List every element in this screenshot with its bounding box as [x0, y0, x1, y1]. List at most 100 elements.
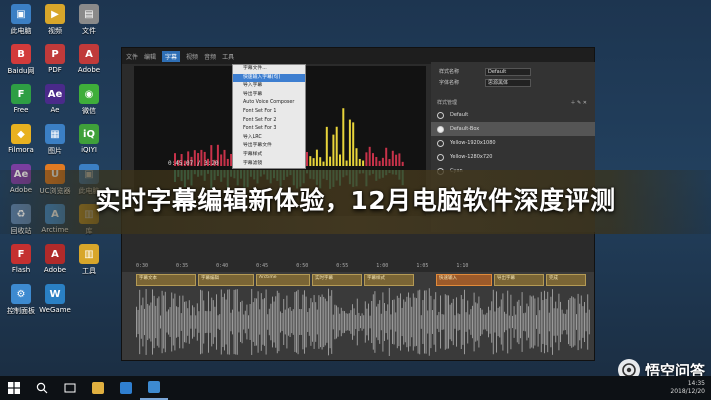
dropdown-menu-item[interactable]: Auto Voice Composer	[233, 99, 305, 108]
desktop-icon[interactable]: ◉ 微信	[72, 84, 106, 116]
task-view-button[interactable]	[56, 376, 84, 400]
system-clock[interactable]: 14:35 2018/12/20	[670, 380, 705, 396]
desktop-icon[interactable]: F Flash	[4, 244, 38, 274]
waveform-sample	[576, 314, 577, 330]
spectrum-bar	[375, 156, 378, 166]
waveform-sample	[504, 311, 505, 333]
menu-item[interactable]: 字幕	[162, 50, 181, 62]
waveform-sample	[553, 308, 555, 336]
desktop-icon[interactable]: ▶ 视频	[38, 4, 72, 36]
waveform-sample	[180, 313, 182, 331]
style-list-item[interactable]: Default-Box	[431, 122, 595, 136]
waveform-sample	[368, 303, 369, 341]
subtitle-clip[interactable]: 导出字幕	[494, 274, 544, 286]
start-button[interactable]	[0, 376, 28, 400]
style-list-item[interactable]: Default	[431, 108, 595, 122]
desktop-icon[interactable]: A Adobe	[72, 44, 106, 74]
desktop-icon[interactable]: ◆ Filmora	[4, 124, 38, 154]
photos-icon: ▦	[45, 124, 65, 144]
computer-icon: ▣	[11, 4, 31, 24]
waveform-sample	[315, 302, 317, 342]
waveform-sample	[540, 291, 542, 353]
dropdown-menu-item[interactable]: 字幕样式	[233, 151, 305, 160]
property-value-field[interactable]: 思源黑体	[485, 78, 531, 87]
waveform-sample	[548, 312, 550, 332]
waveform-sample	[556, 308, 558, 336]
style-name: Default	[450, 112, 469, 118]
waveform-sample	[158, 296, 160, 348]
waveform-sample	[313, 295, 315, 349]
desktop-icon[interactable]: ▦ 图片	[38, 124, 72, 156]
dropdown-menu-item[interactable]: 导入LRC	[233, 134, 305, 143]
waveform-sample	[452, 298, 454, 346]
dropdown-menu-item[interactable]: 导出字幕文件	[233, 142, 305, 151]
taskbar-app-arctime[interactable]	[140, 376, 168, 400]
waveform-sample	[256, 298, 257, 346]
waveform-sample	[585, 312, 587, 332]
dropdown-menu-item[interactable]: Font Set For 3	[233, 125, 305, 134]
waveform-sample	[329, 295, 331, 349]
desktop-icon[interactable]: A Adobe	[38, 244, 72, 274]
waveform-sample	[507, 290, 509, 354]
waveform-sample	[148, 305, 150, 339]
dropdown-menu-item[interactable]: Font Set For 1	[233, 108, 305, 117]
desktop-icon[interactable]: F Free	[4, 84, 38, 114]
dropdown-menu-item[interactable]: 快速输入字幕(句)	[233, 73, 305, 83]
waveform-sample	[296, 291, 297, 353]
waveform-sample	[331, 290, 333, 354]
menu-item[interactable]: 编辑	[144, 52, 156, 61]
style-list-item[interactable]: Yellow-1280x720	[431, 150, 595, 164]
desktop-icon[interactable]: ▤ 文件	[72, 4, 106, 36]
waveform-sample	[196, 303, 198, 341]
waveform-sample	[286, 295, 288, 349]
waveform-sample	[193, 307, 195, 337]
audio-waveform[interactable]	[136, 288, 590, 356]
menu-item[interactable]: 视频	[186, 52, 198, 61]
desktop-icon[interactable]: B Baidu网	[4, 44, 38, 76]
style-list-item[interactable]: Yellow-1920x1080	[431, 136, 595, 150]
subtitle-clip[interactable]: 完成	[546, 274, 586, 286]
taskbar-app-explorer[interactable]	[84, 376, 112, 400]
desktop-icon[interactable]: ⚙ 控制面板	[4, 284, 38, 316]
taskbar-app-browser[interactable]	[112, 376, 140, 400]
menu-item[interactable]: 工具	[222, 52, 234, 61]
desktop-icon[interactable]: ▥ 工具	[72, 244, 106, 276]
waveform-sample	[251, 289, 253, 355]
spectrum-bar	[319, 157, 322, 166]
waveform-sample	[454, 315, 456, 329]
desktop-icon[interactable]: Ae Ae	[38, 84, 72, 114]
add-style-icon[interactable]: ＋ ✎ ✕	[570, 99, 587, 106]
subtitle-clip[interactable]: 字幕编辑	[198, 274, 254, 286]
desktop-icon[interactable]: iQ iQIYI	[72, 124, 106, 154]
subtitle-clip[interactable]: Arctime	[256, 274, 310, 286]
spectrum-bar	[378, 160, 381, 166]
menu-item[interactable]: 文件	[126, 52, 138, 61]
desktop-icon-label: 图片	[48, 147, 62, 155]
dropdown-menu-item[interactable]: Font Set For 2	[233, 117, 305, 126]
desktop-icon[interactable]: ▣ 此电脑	[4, 4, 38, 36]
dropdown-menu-item[interactable]: 字幕文件...	[233, 65, 305, 74]
dropdown-menu-item[interactable]: 字幕滤镜	[233, 160, 305, 169]
search-button[interactable]	[28, 376, 56, 400]
dropdown-menu-item[interactable]: 导入字幕	[233, 82, 305, 91]
waveform-sample	[526, 303, 528, 341]
timeline[interactable]: 0:30 0:35 0:40 0:45 0:50 0:55 1:00 1:05 1:10 字幕文…	[122, 260, 594, 360]
subtitle-menu-dropdown[interactable]: 字幕文件... 快速输入字幕(句) 导入字幕 导出字幕 Auto Voice Compo…	[232, 64, 306, 170]
dropdown-menu-item[interactable]: 导出字幕	[233, 91, 305, 100]
subtitle-clip[interactable]: 字幕文本	[136, 274, 196, 286]
waveform-sample	[292, 309, 294, 335]
subtitle-clip[interactable]: 实时字幕	[312, 274, 362, 286]
waveform-sample	[233, 289, 235, 355]
menu-item[interactable]: 音频	[204, 52, 216, 61]
waveform-sample	[203, 300, 205, 344]
property-value-field[interactable]: Default	[485, 67, 531, 76]
filmora-icon: ◆	[11, 124, 31, 144]
subtitle-clip[interactable]: 字幕样式	[364, 274, 414, 286]
waveform-sample	[508, 315, 510, 329]
spectrum-bar	[368, 146, 371, 166]
waveform-sample	[273, 301, 275, 343]
desktop-icon[interactable]: P PDF	[38, 44, 72, 74]
subtitle-clip[interactable]: 快速输入	[436, 274, 492, 286]
waveform-sample	[164, 291, 166, 353]
desktop-icon[interactable]: W WeGame	[38, 284, 72, 314]
